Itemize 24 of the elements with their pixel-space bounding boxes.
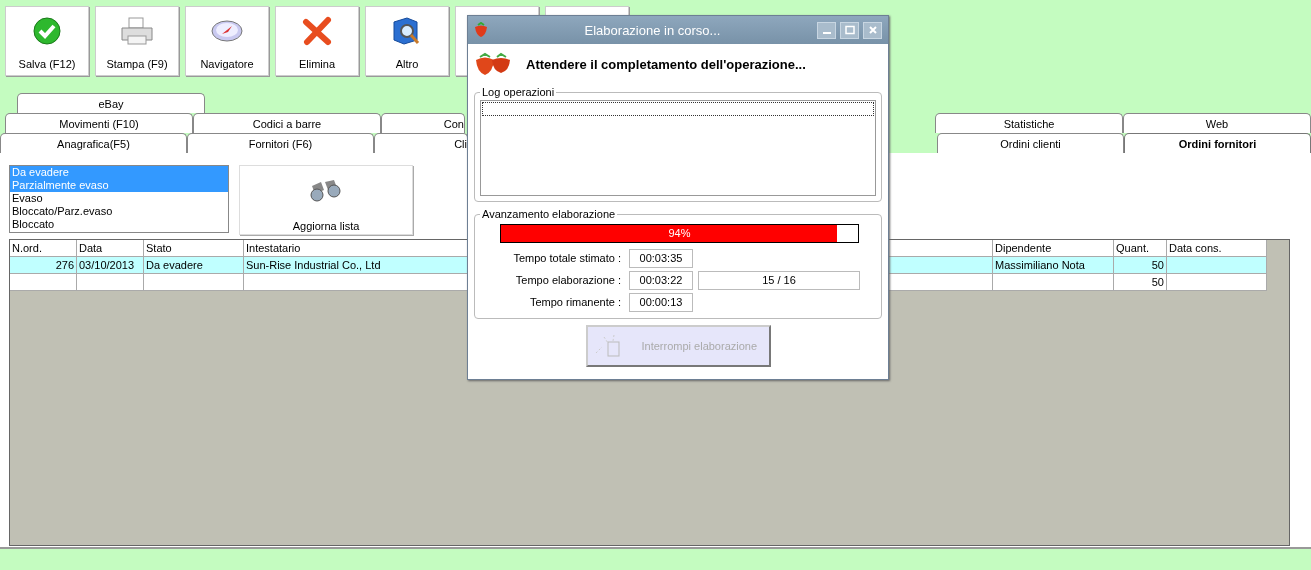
table-cell: Massimiliano Nota (995, 259, 1085, 271)
column-header: Dipendente (993, 240, 1114, 256)
time-field: 00:03:22 (629, 270, 693, 290)
column-header: Quant. (1114, 240, 1167, 256)
window-title: Elaborazione in corso... (583, 22, 722, 38)
counter-field: 15 / 16 (698, 270, 860, 290)
column-header: Stato (144, 240, 244, 256)
field-label: Tempo elaborazione : (514, 274, 622, 286)
group-title: Log operazioni (481, 86, 556, 98)
table-cell: 276 (55, 259, 74, 271)
progress-reading: 94% (667, 227, 692, 239)
time-field: 00:03:35 (629, 248, 693, 268)
dialog-heading: Attendere il completamento dell'operazione... (526, 56, 806, 72)
field-label: Tempo rimanente : (528, 296, 622, 308)
table-cell: 50 (1151, 276, 1164, 288)
column-header: Data (77, 240, 144, 256)
time-field: 00:00:13 (629, 292, 693, 312)
group-title: Avanzamento elaborazione (481, 208, 617, 220)
table-cell: Da evadere (146, 259, 203, 271)
column-header: N.ord. (10, 240, 77, 256)
table-cell: Sun-Rise Industrial Co., Ltd (246, 259, 381, 271)
table-cell: 50 (1151, 259, 1164, 271)
table-cell: 03/10/2013 (79, 259, 135, 271)
column-header: Data cons. (1167, 240, 1267, 256)
